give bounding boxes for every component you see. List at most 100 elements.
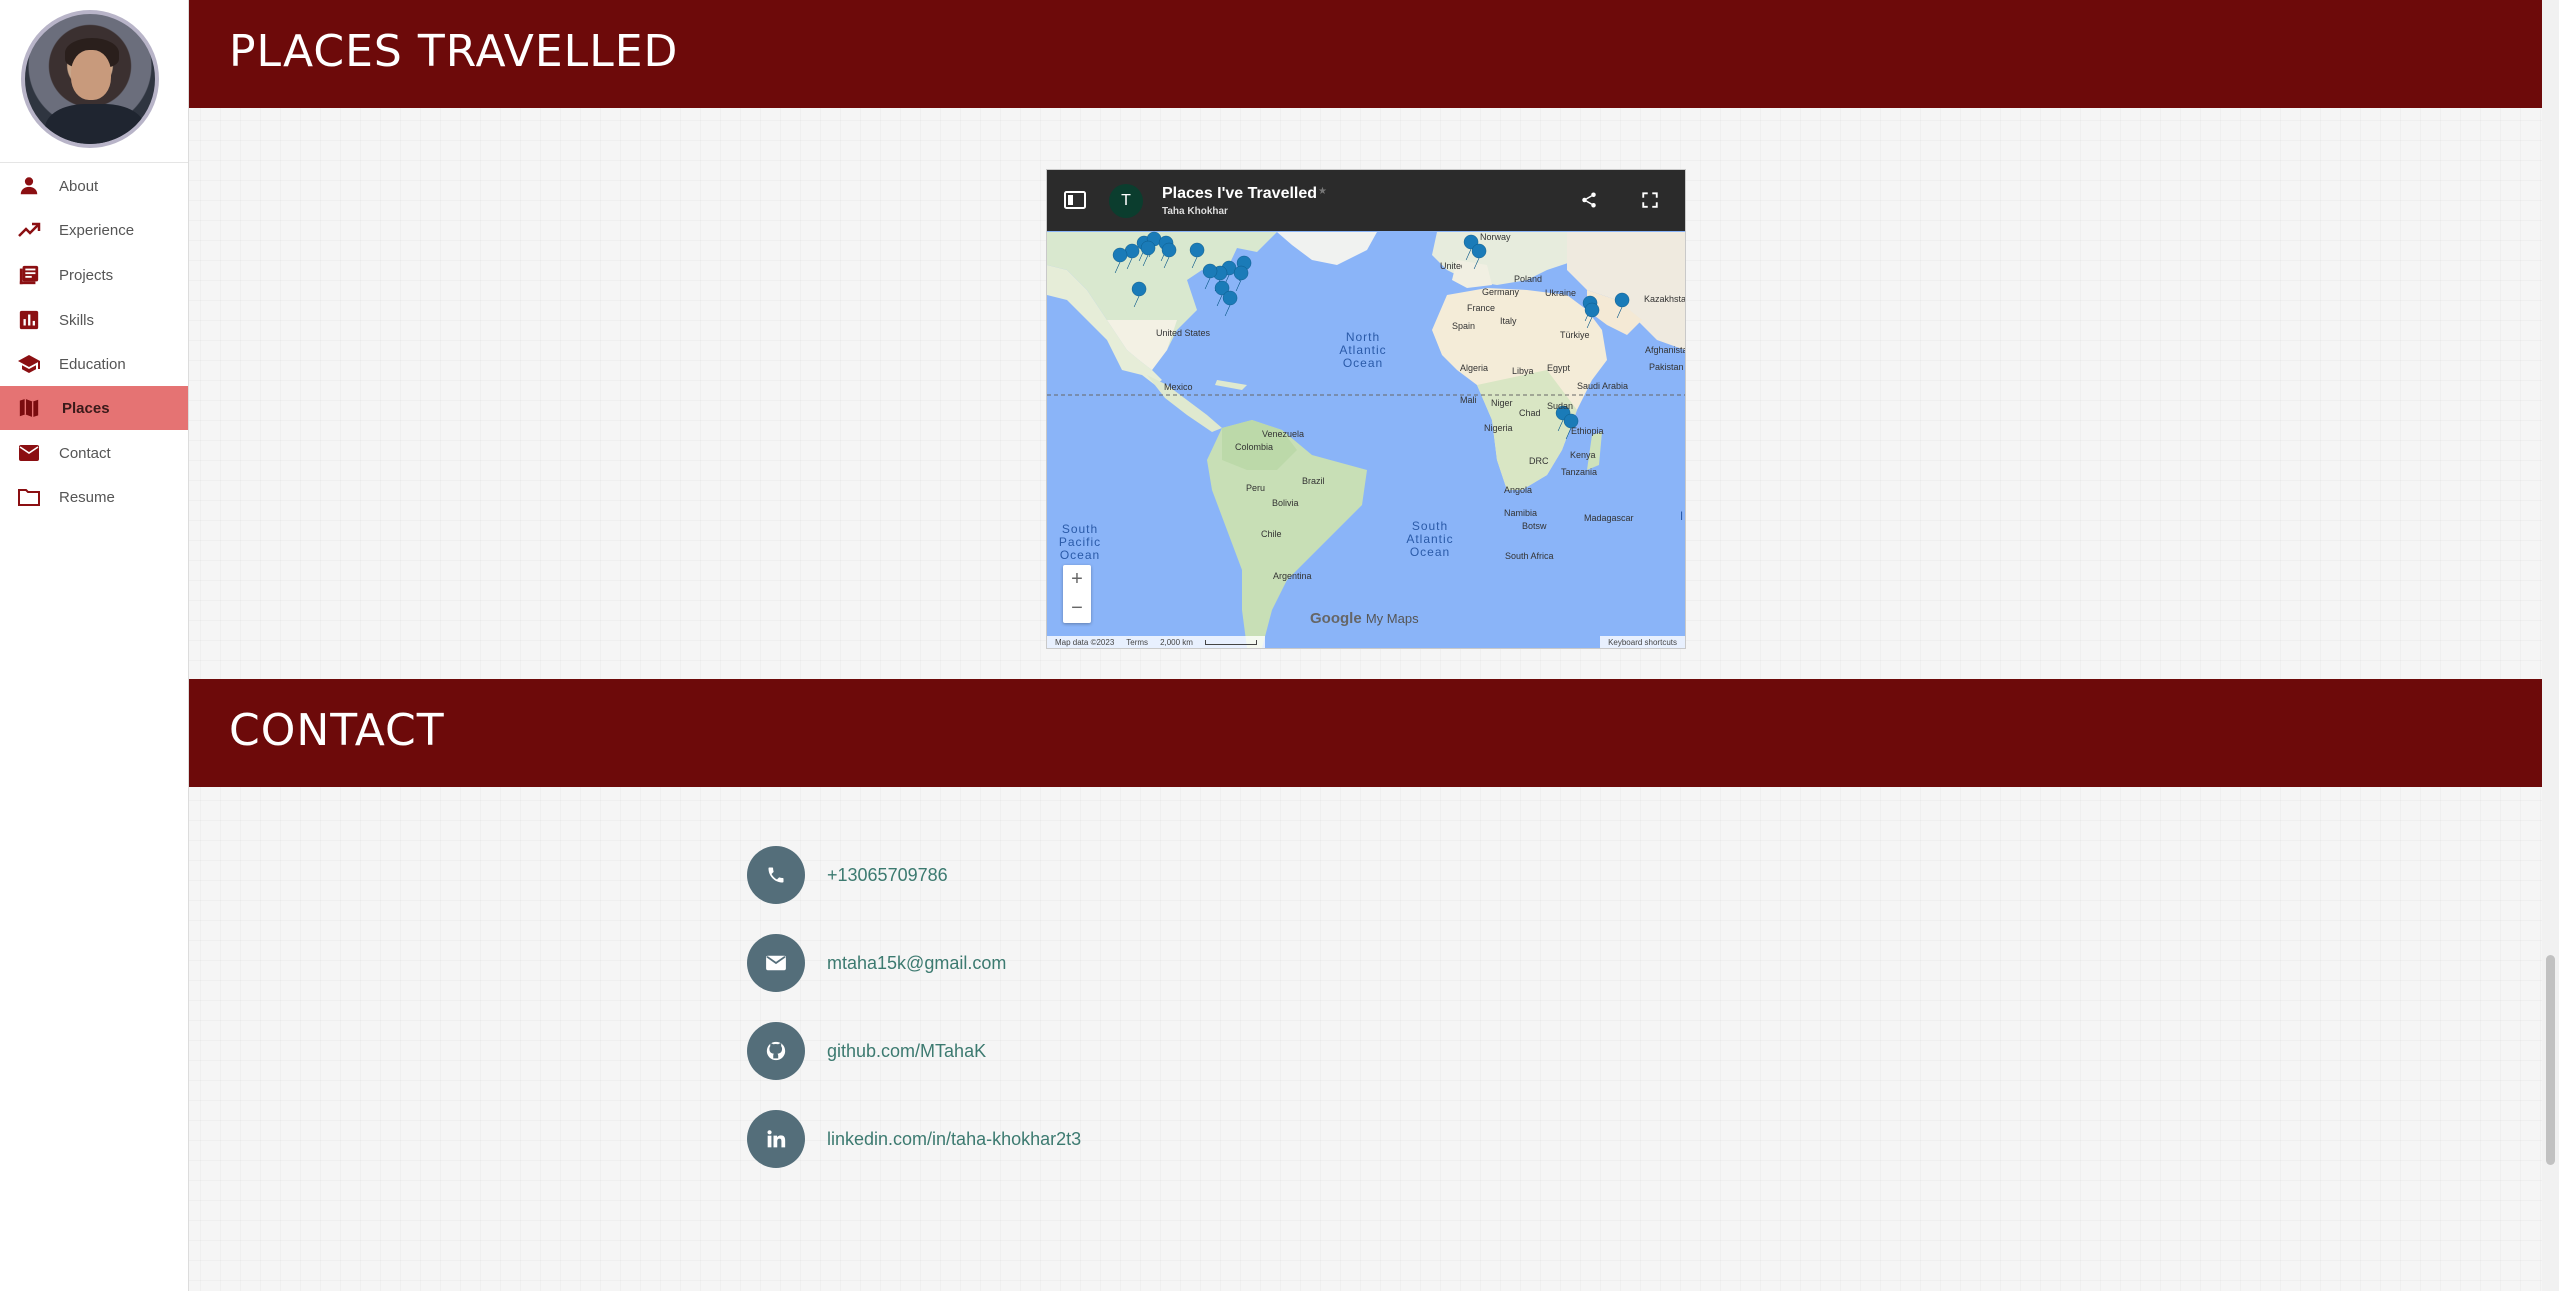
page-scrollbar[interactable] <box>2542 0 2559 1291</box>
phone-link[interactable]: +13065709786 <box>827 865 948 886</box>
map-label: Brazil <box>1302 476 1325 486</box>
map-ocean-label: North Atlantic Ocean <box>1339 330 1387 370</box>
map-label: Poland <box>1514 274 1543 284</box>
map-label: Italy <box>1500 316 1517 326</box>
nav-item-skills[interactable]: Skills <box>0 298 188 342</box>
map-label: Colombia <box>1235 442 1274 452</box>
map-data-text: Map data ©2023 <box>1055 637 1115 647</box>
contact-header: CONTACT <box>189 679 2542 787</box>
map-label: Mali <box>1460 395 1477 405</box>
map-label: Germany <box>1482 287 1520 297</box>
map-label: Niger <box>1491 398 1513 408</box>
nav-label: About <box>59 177 99 195</box>
nav-item-contact[interactable]: Contact <box>0 431 188 475</box>
github-link[interactable]: github.com/MTahaK <box>827 1041 986 1062</box>
share-icon[interactable] <box>1577 188 1601 212</box>
map-label: Pakistan <box>1649 362 1684 372</box>
map-title: Places I've Travelled <box>1162 185 1318 202</box>
fullscreen-icon[interactable] <box>1638 188 1662 212</box>
email-link[interactable]: mtaha15k@gmail.com <box>827 953 1006 974</box>
nav-label: Resume <box>59 488 115 506</box>
github-icon <box>747 1022 805 1080</box>
section-title: PLACES TRAVELLED <box>229 26 679 77</box>
trending-up-icon <box>17 218 41 242</box>
contact-email[interactable]: mtaha15k@gmail.com <box>747 934 1006 992</box>
zoom-in-button[interactable]: + <box>1063 565 1091 594</box>
keyboard-shortcuts-link[interactable]: Keyboard shortcuts <box>1608 638 1677 647</box>
map-icon <box>17 396 41 420</box>
contact-phone[interactable]: +13065709786 <box>747 846 948 904</box>
nav-item-projects[interactable]: Projects <box>0 253 188 297</box>
contact-github[interactable]: github.com/MTahaK <box>747 1022 986 1080</box>
map-label: DRC <box>1529 456 1549 466</box>
map-label: Venezuela <box>1262 429 1305 439</box>
map-label: United States <box>1156 328 1211 338</box>
map-label: Algeria <box>1460 363 1489 373</box>
map-label: Kazakhstan <box>1644 294 1686 304</box>
star-icon[interactable]: ★ <box>1318 186 1327 197</box>
map-label: Bolivia <box>1272 498 1299 508</box>
map-label: Saudi Arabia <box>1577 381 1629 391</box>
person-icon <box>17 174 41 198</box>
scale-text: 2,000 km <box>1160 637 1193 647</box>
linkedin-icon <box>747 1110 805 1168</box>
author-badge: T <box>1109 184 1143 218</box>
map-zoom-controls: + − <box>1063 565 1091 623</box>
nav-item-places[interactable]: Places <box>0 386 188 430</box>
world-map <box>1047 170 1685 648</box>
map-label: Botsw <box>1522 521 1547 531</box>
map-ocean-label: I <box>1679 509 1685 523</box>
map-label: Egypt <box>1547 363 1571 373</box>
nav-label: Places <box>62 399 110 417</box>
nav-label: Projects <box>59 266 114 284</box>
envelope-icon <box>747 934 805 992</box>
terms-link[interactable]: Terms <box>1126 638 1148 647</box>
map-label: Kenya <box>1570 450 1596 460</box>
map-label: Madagascar <box>1584 513 1634 523</box>
avatar <box>21 10 159 148</box>
contact-linkedin[interactable]: linkedin.com/in/taha-khokhar2t3 <box>747 1110 1081 1168</box>
map-label: Peru <box>1246 483 1266 493</box>
mail-icon <box>17 441 41 465</box>
map-toolbar: T Places I've Travelled ★ Taha Khokhar <box>1047 170 1685 231</box>
nav-label: Experience <box>59 221 135 239</box>
map-label: South Africa <box>1505 551 1554 561</box>
map-label: Argentina <box>1273 571 1312 581</box>
google-mymaps-logo: Google My Maps <box>1310 610 1419 627</box>
map-label: Mexico <box>1164 382 1193 392</box>
folder-icon <box>17 485 41 509</box>
map-shortcuts: Keyboard shortcuts <box>1600 636 1685 648</box>
map-label: Tanzania <box>1561 467 1598 477</box>
nav-item-education[interactable]: Education <box>0 342 188 386</box>
nav-label: Skills <box>59 311 95 329</box>
linkedin-link[interactable]: linkedin.com/in/taha-khokhar2t3 <box>827 1129 1081 1150</box>
map-label: Türkiye <box>1560 330 1590 340</box>
nav-item-experience[interactable]: Experience <box>0 208 188 252</box>
map-label: Chad <box>1519 408 1541 418</box>
newspaper-icon <box>17 263 41 287</box>
places-header: PLACES TRAVELLED <box>189 0 2542 108</box>
map-label: Spain <box>1452 321 1476 331</box>
phone-icon <box>747 846 805 904</box>
nav-item-about[interactable]: About <box>0 164 188 208</box>
scale-bar <box>1204 639 1257 645</box>
graduation-cap-icon <box>17 352 41 376</box>
nav-item-resume[interactable]: Resume <box>0 475 188 519</box>
map-label: United Kingdom <box>1440 261 1462 271</box>
map-label: Chile <box>1261 529 1282 539</box>
section-title: CONTACT <box>229 705 445 756</box>
map-legend-toggle-icon[interactable] <box>1063 188 1087 212</box>
map-label: Ukraine <box>1545 288 1577 298</box>
zoom-out-button[interactable]: − <box>1063 594 1091 623</box>
map-label: Sudan <box>1547 401 1574 411</box>
map-label: Angola <box>1504 485 1533 495</box>
map-attribution: Map data ©2023 Terms 2,000 km <box>1047 636 1265 648</box>
map-ocean-label: South Pacific Ocean <box>1058 522 1102 562</box>
map-ocean-label: South Atlantic Ocean <box>1406 519 1454 559</box>
scrollbar-thumb[interactable] <box>2546 955 2555 1165</box>
map-embed[interactable]: T Places I've Travelled ★ Taha Khokhar N… <box>1046 169 1686 649</box>
nav-label: Contact <box>59 444 111 462</box>
map-label: Afghanistan <box>1645 345 1685 355</box>
map-label: Norway <box>1480 232 1511 242</box>
map-label: Libya <box>1512 366 1534 376</box>
